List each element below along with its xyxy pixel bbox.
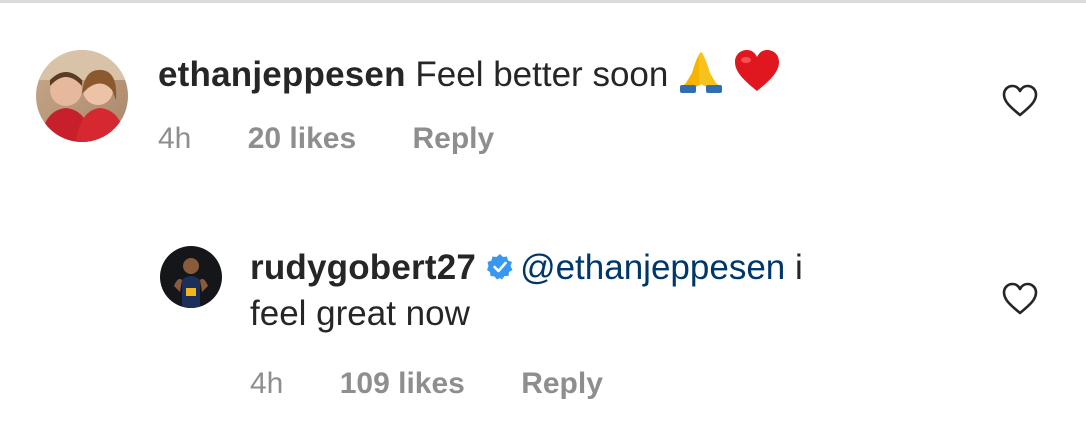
reply-button[interactable]: Reply [413,121,495,157]
comment-meta: 4h 20 likes Reply [158,121,494,157]
comment-text: i [794,248,803,287]
comment-text-line: rudygobert27 @ethanjeppesen i [250,246,803,292]
avatar[interactable] [36,50,128,142]
folded-hands-icon [678,49,724,104]
comment-text: feel great now [250,294,470,333]
mention-link[interactable]: @ethanjeppesen [520,248,785,287]
comment-likes[interactable]: 20 likes [248,121,356,157]
comment-item: ethanjeppesen Feel better soon 4h 20 lik… [0,0,1086,200]
avatar[interactable] [160,246,222,308]
comment-time: 4h [250,367,284,400]
comment-text: Feel better soon [415,54,669,94]
comment-time: 4h [158,122,192,155]
heart-outline-icon[interactable] [1002,282,1038,316]
comment-username[interactable]: ethanjeppesen [158,55,406,94]
comment-meta: 4h 109 likes Reply [250,366,603,402]
comment-text-line-2: feel great now [250,292,470,336]
comment-item: rudygobert27 @ethanjeppesen i feel great… [0,200,1086,433]
comment-text-line: ethanjeppesen Feel better soon [158,49,780,104]
heart-outline-icon[interactable] [1002,84,1038,118]
comment-username[interactable]: rudygobert27 [250,248,476,287]
reply-button[interactable]: Reply [521,366,603,402]
red-heart-icon [734,49,780,104]
comment-likes[interactable]: 109 likes [340,366,465,402]
verified-badge-icon [486,248,514,292]
